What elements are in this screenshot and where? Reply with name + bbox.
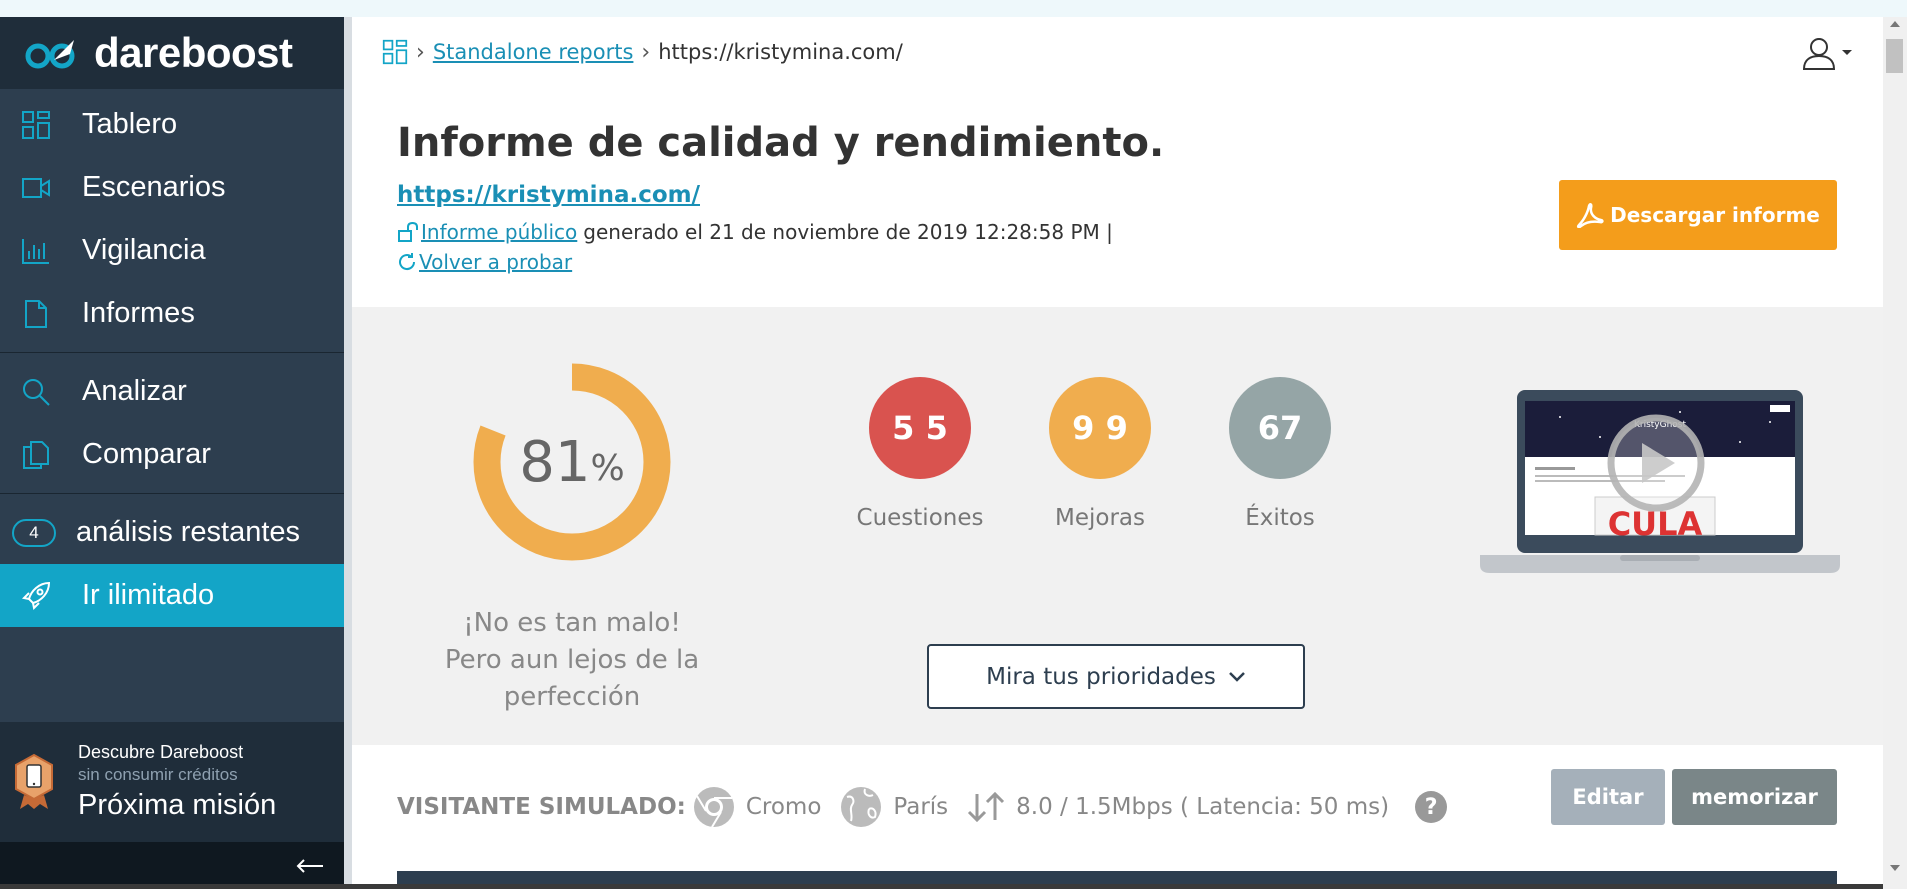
- copy-icon: [20, 439, 52, 471]
- sidebar-item-escenarios[interactable]: Escenarios: [0, 156, 344, 219]
- brand-name: dareboost: [94, 29, 293, 76]
- sidebar-item-unlimited[interactable]: Ir ilimitado: [0, 564, 344, 627]
- issues-label: Cuestiones: [856, 505, 984, 531]
- breadcrumb-current: https://kristymina.com/: [658, 40, 903, 64]
- user-menu[interactable]: [1801, 35, 1853, 71]
- search-icon: [20, 376, 52, 408]
- sidebar-item-remaining: 4 análisis restantes: [0, 501, 344, 564]
- sidebar-item-label: Ir ilimitado: [82, 579, 215, 611]
- verdict-line1: ¡No es tan malo!: [463, 608, 681, 638]
- public-report-link[interactable]: Informe público: [421, 220, 577, 244]
- sidebar-item-label: Analizar: [82, 375, 187, 407]
- taskbar-strip: [0, 884, 1883, 889]
- sidebar-item-label: Comparar: [82, 438, 211, 470]
- remaining-label: análisis restantes: [76, 516, 301, 548]
- help-icon[interactable]: ?: [1415, 791, 1448, 823]
- breadcrumb-separator: ›: [641, 39, 651, 65]
- discover-mission: Próxima misión: [78, 789, 277, 821]
- refresh-icon: [399, 253, 416, 271]
- memorize-button[interactable]: memorizar: [1672, 769, 1837, 825]
- collapse-sidebar-button[interactable]: [0, 842, 344, 889]
- location-name: París: [893, 794, 949, 820]
- breadcrumb: › Standalone reports › https://kristymin…: [382, 39, 903, 65]
- brand-logo[interactable]: dareboost: [0, 17, 344, 89]
- connection-info: 8.0 / 1.5Mbps ( Latencia: 50 ms): [966, 792, 1389, 822]
- score-verdict: ¡No es tan malo! Pero aun lejos de la pe…: [442, 605, 702, 716]
- successes-count: 67: [1229, 377, 1331, 479]
- successes-badge[interactable]: 67 Éxitos: [1210, 377, 1350, 531]
- dashboard-icon[interactable]: [382, 39, 408, 65]
- site-url-link[interactable]: https://kristymina.com/: [397, 182, 700, 208]
- issues-badge[interactable]: 5 5 Cuestiones: [850, 377, 990, 531]
- scrollbar-thumb[interactable]: [1886, 39, 1903, 73]
- up-down-arrows-icon: [968, 792, 1005, 822]
- pdf-icon: [1577, 203, 1604, 228]
- location-info: París: [839, 785, 948, 829]
- user-icon: [1802, 38, 1836, 70]
- priorities-button[interactable]: Mira tus prioridades: [927, 644, 1305, 709]
- sidebar: dareboost Tablero Escenarios Vigilancia …: [0, 17, 344, 889]
- sidebar-item-label: Tablero: [82, 108, 178, 140]
- document-icon: [20, 298, 52, 330]
- retest-row: Volver a probar: [397, 250, 572, 274]
- discover-subtitle: sin consumir créditos: [78, 765, 238, 784]
- sidebar-item-tablero[interactable]: Tablero: [0, 93, 344, 156]
- page-scrollbar[interactable]: [1883, 17, 1907, 889]
- download-report-button[interactable]: Descargar informe: [1559, 180, 1837, 250]
- improvements-count: 9 9: [1049, 377, 1151, 479]
- priorities-label: Mira tus prioridades: [986, 663, 1216, 690]
- sidebar-item-label: Vigilancia: [82, 234, 206, 266]
- browser-name: Cromo: [745, 794, 822, 820]
- download-label: Descargar informe: [1610, 203, 1820, 227]
- discover-title: Descubre Dareboost: [78, 742, 244, 762]
- sidebar-edge: [344, 17, 352, 889]
- connection-speed: 8.0 / 1.5Mbps ( Latencia: 50 ms): [1016, 794, 1390, 820]
- sidebar-divider: [0, 352, 344, 353]
- sidebar-item-analizar[interactable]: Analizar: [0, 360, 344, 423]
- arrow-left-icon: [296, 858, 323, 873]
- breadcrumb-standalone-reports[interactable]: Standalone reports: [433, 40, 634, 64]
- discover-panel[interactable]: Descubre Dareboost sin consumir créditos…: [0, 722, 344, 842]
- chrome-icon: [693, 787, 734, 828]
- score-value: 81 %: [519, 429, 625, 495]
- chevron-down-icon: [1842, 50, 1852, 55]
- improvements-badge[interactable]: 9 9 Mejoras: [1030, 377, 1170, 531]
- sidebar-item-vigilancia[interactable]: Vigilancia: [0, 219, 344, 282]
- sidebar-item-label: Escenarios: [82, 171, 226, 203]
- rocket-logo-icon: [25, 40, 75, 69]
- browser-top-strip: [0, 0, 1907, 17]
- visitor-label: VISITANTE SIMULADO:: [397, 794, 686, 820]
- edit-button[interactable]: Editar: [1551, 769, 1665, 825]
- rocket-icon: [20, 580, 52, 612]
- unlock-icon: [398, 222, 418, 242]
- sidebar-item-informes[interactable]: Informes: [0, 282, 344, 345]
- page-title: Informe de calidad y rendimiento.: [397, 120, 1165, 166]
- scroll-up-icon[interactable]: [1890, 21, 1900, 27]
- chevron-down-icon: [1229, 671, 1245, 682]
- video-icon: [20, 172, 52, 204]
- chart-icon: [20, 235, 52, 267]
- dashboard-icon: [20, 109, 52, 141]
- issues-count: 5 5: [869, 377, 971, 479]
- remaining-count-badge: 4: [12, 518, 56, 547]
- page-preview-video[interactable]: KristyGhost CULA: [1480, 387, 1840, 587]
- globe-icon: [841, 787, 882, 827]
- report-header: › Standalone reports › https://kristymin…: [352, 17, 1883, 307]
- generated-text: generado el 21 de noviembre de 2019 12:2…: [583, 220, 1113, 244]
- browser-info: Cromo: [692, 785, 822, 829]
- verdict-line2: Pero aun lejos de la perfección: [444, 645, 700, 712]
- sidebar-item-comparar[interactable]: Comparar: [0, 423, 344, 486]
- scroll-down-icon[interactable]: [1890, 865, 1900, 871]
- breadcrumb-separator: ›: [416, 39, 425, 65]
- main-content: › Standalone reports › https://kristymin…: [352, 17, 1883, 889]
- phone-badge-icon: [15, 753, 53, 809]
- sidebar-item-label: Informes: [82, 297, 195, 329]
- improvements-label: Mejoras: [1055, 505, 1145, 531]
- simulated-visitor-bar: VISITANTE SIMULADO: Cromo París 8.0 / 1.…: [352, 745, 1883, 889]
- score-section: 81 % ¡No es tan malo! Pero aun lejos de …: [352, 307, 1883, 745]
- sidebar-divider: [0, 493, 344, 494]
- report-meta: Informe público generado el 21 de noviem…: [397, 220, 1113, 244]
- successes-label: Éxitos: [1245, 505, 1315, 531]
- retest-link[interactable]: Volver a probar: [419, 250, 572, 274]
